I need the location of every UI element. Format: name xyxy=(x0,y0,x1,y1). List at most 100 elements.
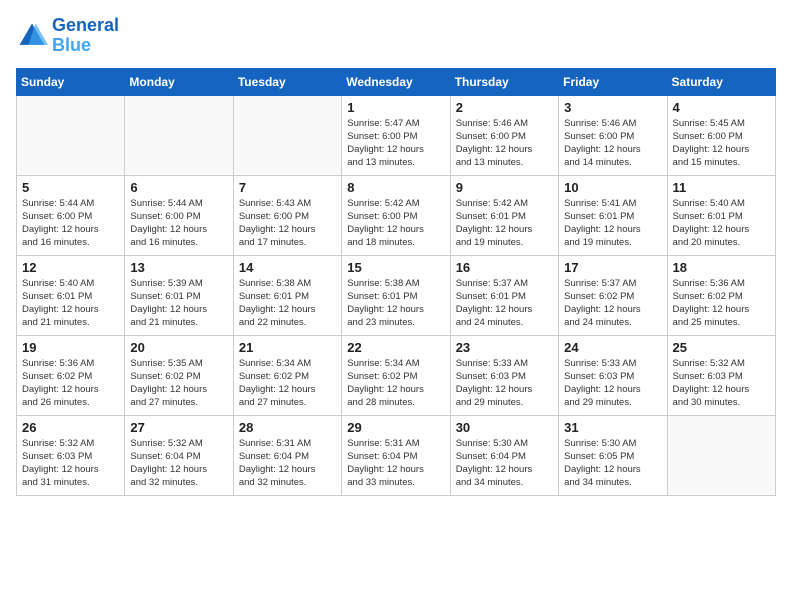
calendar-cell: 24Sunrise: 5:33 AM Sunset: 6:03 PM Dayli… xyxy=(559,335,667,415)
calendar-week-3: 12 Sunrise: 5:40 AM Sunset: 6:01 PM Dayli… xyxy=(17,255,776,335)
calendar-cell: 8 Sunrise: 5:42 AM Sunset: 6:00 PM Daylig… xyxy=(342,175,450,255)
logo-text: General Blue xyxy=(52,16,119,56)
day-number: 19 xyxy=(22,340,119,355)
day-number: 16 xyxy=(456,260,553,275)
day-info: Sunrise: 5:34 AM Sunset: 6:02 PM Dayligh… xyxy=(347,357,444,410)
calendar-cell: 13 Sunrise: 5:39 AM Sunset: 6:01 PM Dayli… xyxy=(125,255,233,335)
weekday-header-friday: Friday xyxy=(559,68,667,95)
calendar-cell: 29Sunrise: 5:31 AM Sunset: 6:04 PM Dayli… xyxy=(342,415,450,495)
day-info: Sunrise: 5:40 AM Sunset: 6:01 PM Dayligh… xyxy=(22,277,119,330)
calendar-cell: 26Sunrise: 5:32 AM Sunset: 6:03 PM Dayli… xyxy=(17,415,125,495)
calendar: SundayMondayTuesdayWednesdayThursdayFrid… xyxy=(16,68,776,496)
day-info: Sunrise: 5:43 AM Sunset: 6:00 PM Dayligh… xyxy=(239,197,336,250)
day-number: 28 xyxy=(239,420,336,435)
day-number: 11 xyxy=(673,180,770,195)
day-number: 24 xyxy=(564,340,661,355)
day-number: 20 xyxy=(130,340,227,355)
calendar-cell: 3 Sunrise: 5:46 AM Sunset: 6:00 PM Daylig… xyxy=(559,95,667,175)
calendar-cell: 30Sunrise: 5:30 AM Sunset: 6:04 PM Dayli… xyxy=(450,415,558,495)
day-number: 8 xyxy=(347,180,444,195)
day-info: Sunrise: 5:32 AM Sunset: 6:03 PM Dayligh… xyxy=(673,357,770,410)
calendar-cell: 16 Sunrise: 5:37 AM Sunset: 6:01 PM Dayli… xyxy=(450,255,558,335)
day-number: 21 xyxy=(239,340,336,355)
calendar-cell: 9 Sunrise: 5:42 AM Sunset: 6:01 PM Daylig… xyxy=(450,175,558,255)
calendar-cell: 23 Sunrise: 5:33 AM Sunset: 6:03 PM Dayli… xyxy=(450,335,558,415)
day-info: Sunrise: 5:42 AM Sunset: 6:00 PM Dayligh… xyxy=(347,197,444,250)
day-number: 9 xyxy=(456,180,553,195)
calendar-cell xyxy=(17,95,125,175)
calendar-body: 1Sunrise: 5:47 AM Sunset: 6:00 PM Daylig… xyxy=(17,95,776,495)
logo-icon xyxy=(16,20,48,52)
day-number: 17 xyxy=(564,260,661,275)
day-info: Sunrise: 5:30 AM Sunset: 6:05 PM Dayligh… xyxy=(564,437,661,490)
calendar-cell: 27 Sunrise: 5:32 AM Sunset: 6:04 PM Dayli… xyxy=(125,415,233,495)
weekday-header-row: SundayMondayTuesdayWednesdayThursdayFrid… xyxy=(17,68,776,95)
day-number: 2 xyxy=(456,100,553,115)
calendar-cell: 2Sunrise: 5:46 AM Sunset: 6:00 PM Daylig… xyxy=(450,95,558,175)
calendar-cell: 17 Sunrise: 5:37 AM Sunset: 6:02 PM Dayli… xyxy=(559,255,667,335)
calendar-cell: 22Sunrise: 5:34 AM Sunset: 6:02 PM Dayli… xyxy=(342,335,450,415)
day-number: 10 xyxy=(564,180,661,195)
day-info: Sunrise: 5:44 AM Sunset: 6:00 PM Dayligh… xyxy=(22,197,119,250)
calendar-cell: 12 Sunrise: 5:40 AM Sunset: 6:01 PM Dayli… xyxy=(17,255,125,335)
day-number: 13 xyxy=(130,260,227,275)
day-number: 12 xyxy=(22,260,119,275)
weekday-header-wednesday: Wednesday xyxy=(342,68,450,95)
day-info: Sunrise: 5:31 AM Sunset: 6:04 PM Dayligh… xyxy=(239,437,336,490)
calendar-week-5: 26Sunrise: 5:32 AM Sunset: 6:03 PM Dayli… xyxy=(17,415,776,495)
calendar-cell: 19 Sunrise: 5:36 AM Sunset: 6:02 PM Dayli… xyxy=(17,335,125,415)
day-info: Sunrise: 5:31 AM Sunset: 6:04 PM Dayligh… xyxy=(347,437,444,490)
calendar-cell xyxy=(233,95,341,175)
day-number: 18 xyxy=(673,260,770,275)
day-info: Sunrise: 5:39 AM Sunset: 6:01 PM Dayligh… xyxy=(130,277,227,330)
day-info: Sunrise: 5:33 AM Sunset: 6:03 PM Dayligh… xyxy=(456,357,553,410)
calendar-cell xyxy=(667,415,775,495)
day-number: 14 xyxy=(239,260,336,275)
day-info: Sunrise: 5:45 AM Sunset: 6:00 PM Dayligh… xyxy=(673,117,770,170)
calendar-week-2: 5 Sunrise: 5:44 AM Sunset: 6:00 PM Daylig… xyxy=(17,175,776,255)
day-info: Sunrise: 5:32 AM Sunset: 6:04 PM Dayligh… xyxy=(130,437,227,490)
day-info: Sunrise: 5:37 AM Sunset: 6:02 PM Dayligh… xyxy=(564,277,661,330)
day-number: 27 xyxy=(130,420,227,435)
day-number: 3 xyxy=(564,100,661,115)
calendar-cell: 28 Sunrise: 5:31 AM Sunset: 6:04 PM Dayli… xyxy=(233,415,341,495)
day-number: 26 xyxy=(22,420,119,435)
weekday-header-tuesday: Tuesday xyxy=(233,68,341,95)
day-number: 5 xyxy=(22,180,119,195)
day-info: Sunrise: 5:42 AM Sunset: 6:01 PM Dayligh… xyxy=(456,197,553,250)
day-info: Sunrise: 5:37 AM Sunset: 6:01 PM Dayligh… xyxy=(456,277,553,330)
calendar-cell: 15 Sunrise: 5:38 AM Sunset: 6:01 PM Dayli… xyxy=(342,255,450,335)
page-header: General Blue xyxy=(16,16,776,56)
day-number: 25 xyxy=(673,340,770,355)
weekday-header-sunday: Sunday xyxy=(17,68,125,95)
day-number: 6 xyxy=(130,180,227,195)
day-info: Sunrise: 5:44 AM Sunset: 6:00 PM Dayligh… xyxy=(130,197,227,250)
calendar-cell: 5 Sunrise: 5:44 AM Sunset: 6:00 PM Daylig… xyxy=(17,175,125,255)
day-info: Sunrise: 5:38 AM Sunset: 6:01 PM Dayligh… xyxy=(347,277,444,330)
calendar-cell: 6 Sunrise: 5:44 AM Sunset: 6:00 PM Daylig… xyxy=(125,175,233,255)
day-info: Sunrise: 5:46 AM Sunset: 6:00 PM Dayligh… xyxy=(564,117,661,170)
calendar-cell xyxy=(125,95,233,175)
calendar-cell: 7 Sunrise: 5:43 AM Sunset: 6:00 PM Daylig… xyxy=(233,175,341,255)
day-number: 7 xyxy=(239,180,336,195)
day-info: Sunrise: 5:36 AM Sunset: 6:02 PM Dayligh… xyxy=(22,357,119,410)
weekday-header-thursday: Thursday xyxy=(450,68,558,95)
calendar-cell: 21 Sunrise: 5:34 AM Sunset: 6:02 PM Dayli… xyxy=(233,335,341,415)
day-info: Sunrise: 5:41 AM Sunset: 6:01 PM Dayligh… xyxy=(564,197,661,250)
calendar-week-4: 19 Sunrise: 5:36 AM Sunset: 6:02 PM Dayli… xyxy=(17,335,776,415)
day-info: Sunrise: 5:38 AM Sunset: 6:01 PM Dayligh… xyxy=(239,277,336,330)
calendar-cell: 20Sunrise: 5:35 AM Sunset: 6:02 PM Dayli… xyxy=(125,335,233,415)
weekday-header-saturday: Saturday xyxy=(667,68,775,95)
day-number: 4 xyxy=(673,100,770,115)
day-info: Sunrise: 5:34 AM Sunset: 6:02 PM Dayligh… xyxy=(239,357,336,410)
calendar-cell: 25 Sunrise: 5:32 AM Sunset: 6:03 PM Dayli… xyxy=(667,335,775,415)
day-number: 23 xyxy=(456,340,553,355)
calendar-cell: 11Sunrise: 5:40 AM Sunset: 6:01 PM Dayli… xyxy=(667,175,775,255)
day-info: Sunrise: 5:47 AM Sunset: 6:00 PM Dayligh… xyxy=(347,117,444,170)
calendar-cell: 18 Sunrise: 5:36 AM Sunset: 6:02 PM Dayli… xyxy=(667,255,775,335)
calendar-cell: 1Sunrise: 5:47 AM Sunset: 6:00 PM Daylig… xyxy=(342,95,450,175)
calendar-cell: 31Sunrise: 5:30 AM Sunset: 6:05 PM Dayli… xyxy=(559,415,667,495)
day-number: 15 xyxy=(347,260,444,275)
day-info: Sunrise: 5:36 AM Sunset: 6:02 PM Dayligh… xyxy=(673,277,770,330)
calendar-cell: 10 Sunrise: 5:41 AM Sunset: 6:01 PM Dayli… xyxy=(559,175,667,255)
